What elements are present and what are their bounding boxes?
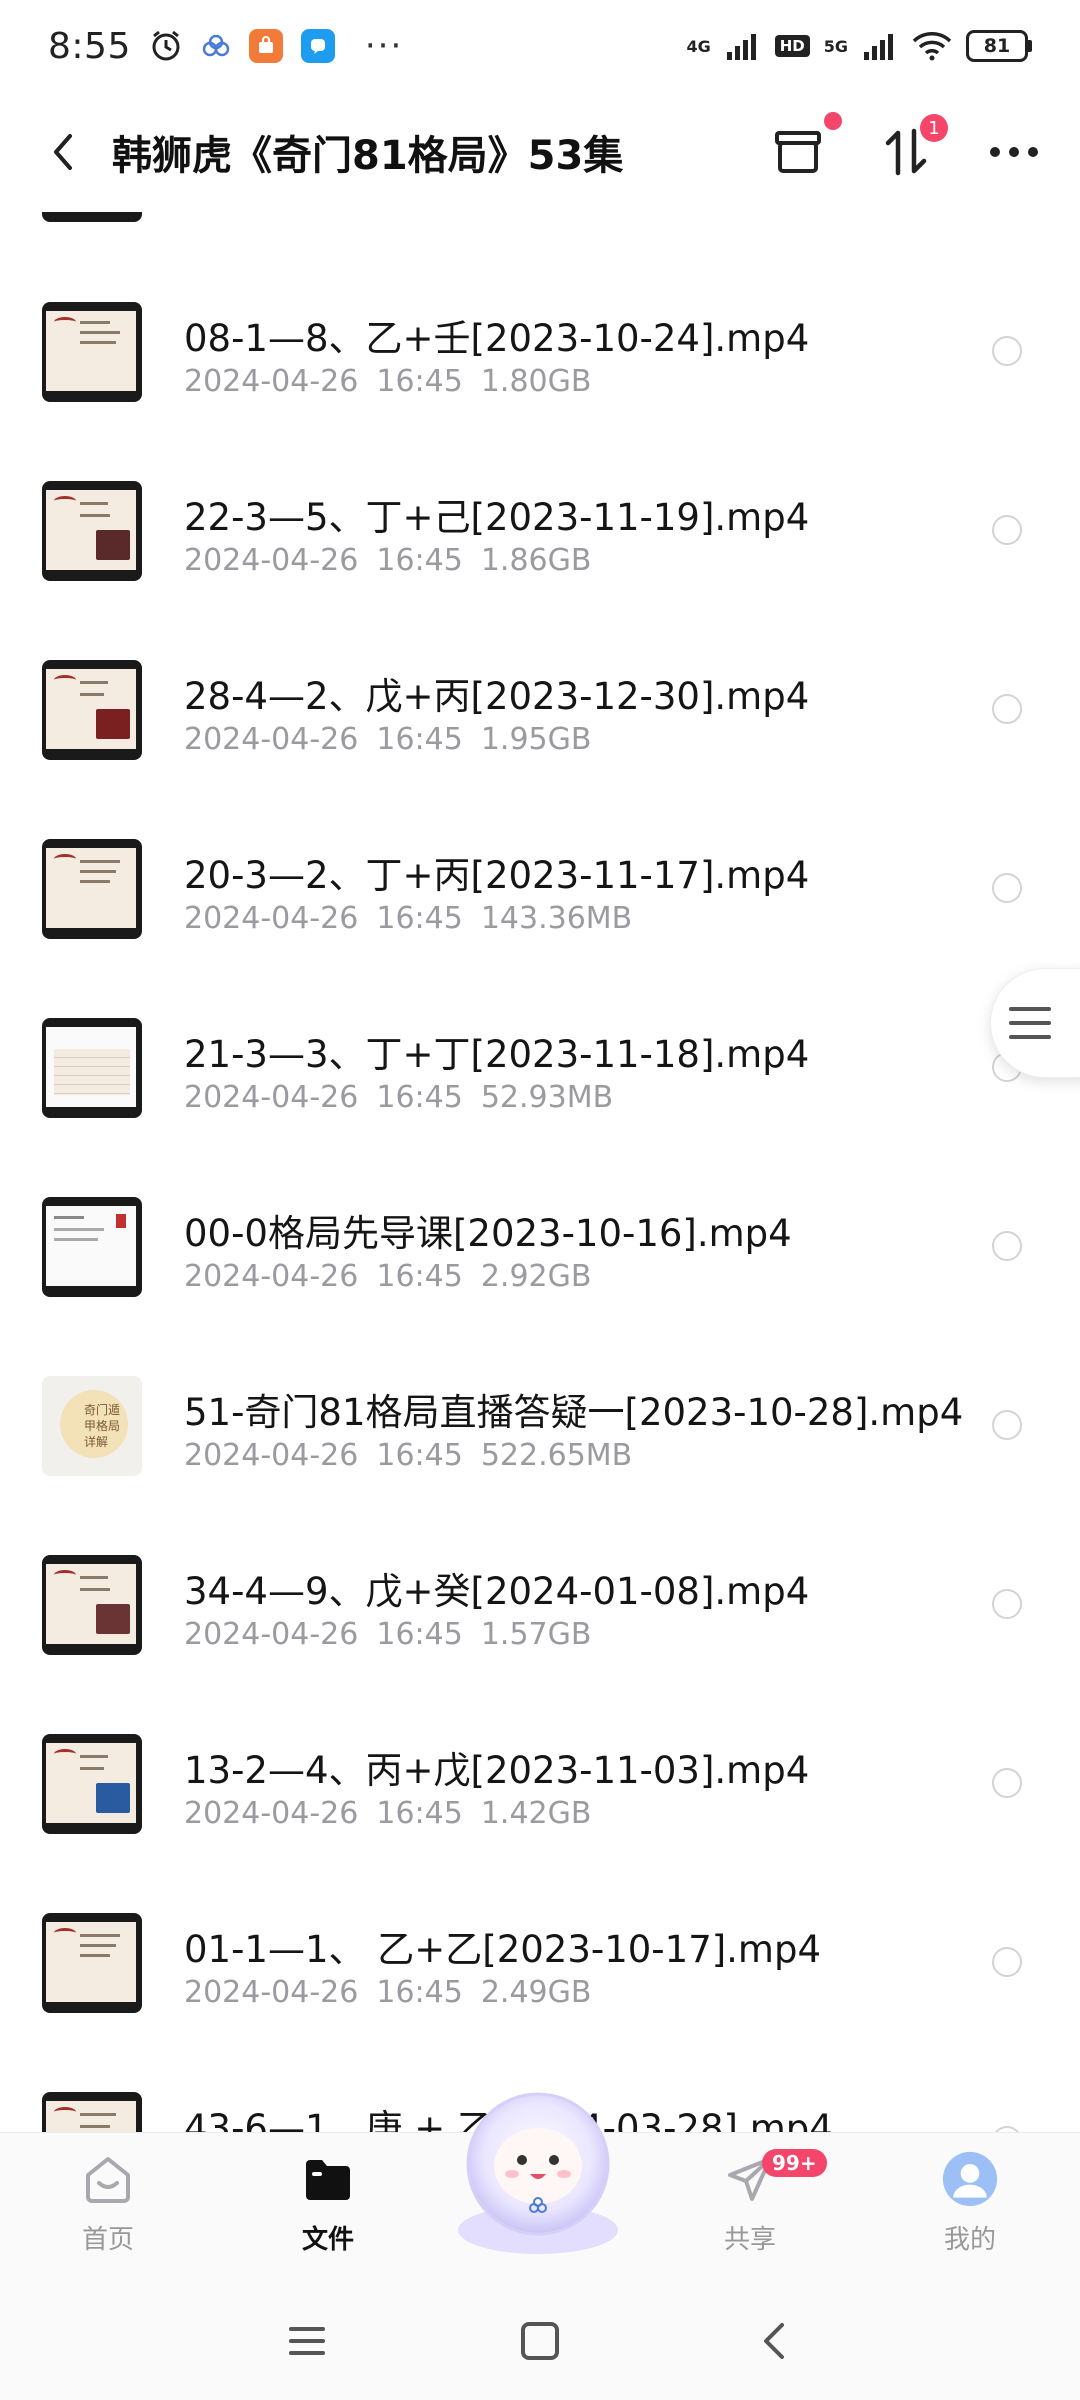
tab-label: 文件 [301, 2225, 354, 2255]
select-radio[interactable] [992, 515, 1022, 545]
file-name: 08-1—8、乙+壬[2023-10-24].mp4 [184, 317, 810, 360]
back-nav-button[interactable] [733, 2301, 813, 2381]
network-5g-label: 5G [823, 36, 848, 56]
triangle-back-icon [764, 2323, 785, 2359]
tab-share[interactable]: 99+ 共享 [680, 2149, 827, 2271]
network-4g-label: 4G [686, 36, 711, 56]
file-name: 01-1—1、 乙+乙[2023-10-17].mp4 [184, 1928, 822, 1971]
menu-icon [288, 2327, 325, 2355]
select-radio[interactable] [992, 873, 1022, 903]
chevron-left-icon [54, 134, 72, 170]
menu-lines-icon [1009, 1007, 1051, 1039]
file-row[interactable]: 08-1—8、乙+壬[2023-10-24].mp4 2024-04-26 16:… [0, 212, 1080, 402]
select-radio[interactable] [992, 694, 1022, 724]
avatar [942, 2151, 998, 2207]
wifi-icon [912, 31, 952, 61]
video-thumbnail [42, 1018, 142, 1118]
video-thumbnail [42, 839, 142, 939]
assistant-mascot-button[interactable] [440, 2080, 636, 2260]
file-name: 34-4—9、戊+癸[2024-01-08].mp4 [184, 1570, 810, 1613]
video-thumbnail [42, 481, 142, 581]
chat-app-icon [300, 29, 335, 63]
more-notifications-icon: ··· [364, 26, 404, 66]
status-bar: 8:55 ··· 4G HD 5G 81 [0, 0, 1080, 92]
battery-indicator: 81 [966, 30, 1032, 62]
archive-button[interactable] [766, 112, 842, 184]
file-name: 21-3—3、丁+丁[2023-11-18].mp4 [184, 1033, 810, 1076]
file-name: 22-3—5、丁+己[2023-11-19].mp4 [184, 496, 810, 539]
more-dots-icon [990, 147, 1038, 157]
file-row[interactable]: 00-0格局先导课[2023-10-16].mp4 2024-04-26 16:4… [0, 1107, 1080, 1297]
video-thumbnail: 奇门遁甲格局详解 [42, 1376, 142, 1476]
transfer-button[interactable]: 1 [874, 114, 948, 184]
battery-tip [1028, 40, 1032, 52]
video-thumbnail [42, 1734, 142, 1834]
file-row[interactable]: 28-4—2、戊+丙[2023-12-30].mp4 2024-04-26 16:… [0, 570, 1080, 760]
file-list: 08-1—8、乙+壬[2023-10-24].mp4 2024-04-26 16:… [0, 212, 1080, 2132]
file-row[interactable]: 奇门遁甲格局详解 51-奇门81格局直播答疑一[2023-10-28].mp4 … [0, 1286, 1080, 1476]
select-radio[interactable] [992, 336, 1022, 366]
tab-label: 首页 [81, 2225, 134, 2255]
hd-badge: HD [774, 35, 810, 57]
file-name: 13-2—4、丙+戊[2023-11-03].mp4 [184, 1749, 810, 1792]
file-row[interactable]: 01-1—1、 乙+乙[2023-10-17].mp4 2024-04-26 16… [0, 1823, 1080, 2013]
share-count-badge: 99+ [762, 2149, 827, 2177]
file-name: 28-4—2、戊+丙[2023-12-30].mp4 [184, 675, 810, 718]
battery-level: 81 [966, 30, 1028, 62]
archive-icon [775, 131, 821, 173]
square-icon [520, 2322, 559, 2360]
page-title: 韩狮虎《奇门81格局》53集 [112, 133, 624, 179]
system-nav-bar [0, 2282, 1080, 2400]
select-radio[interactable] [992, 1947, 1022, 1977]
file-row[interactable]: 13-2—4、丙+戊[2023-11-03].mp4 2024-04-26 16:… [0, 1644, 1080, 1834]
back-button[interactable] [34, 120, 90, 184]
video-thumbnail [42, 2092, 142, 2132]
file-name: 00-0格局先导课[2023-10-16].mp4 [184, 1212, 792, 1255]
tab-profile[interactable]: 我的 [900, 2151, 1040, 2271]
file-row[interactable]: 22-3—5、丁+己[2023-11-19].mp4 2024-04-26 16:… [0, 391, 1080, 581]
tab-home[interactable]: 首页 [38, 2151, 178, 2271]
file-row[interactable]: 20-3—2、丁+丙[2023-11-17].mp4 2024-04-26 16:… [0, 749, 1080, 939]
file-name: 20-3—2、丁+丙[2023-11-17].mp4 [184, 854, 810, 897]
more-options-button[interactable] [982, 120, 1046, 184]
select-radio[interactable] [992, 1231, 1022, 1261]
alarm-icon [149, 29, 183, 63]
status-time: 8:55 [48, 25, 131, 67]
select-radio[interactable] [992, 1589, 1022, 1619]
recent-apps-button[interactable] [267, 2301, 347, 2381]
tab-files[interactable]: 文件 [258, 2151, 398, 2271]
file-row[interactable]: 34-4—9、戊+癸[2024-01-08].mp4 2024-04-26 16:… [0, 1465, 1080, 1655]
select-radio[interactable] [992, 1410, 1022, 1440]
video-thumbnail [42, 1555, 142, 1655]
notification-dot [824, 112, 842, 130]
select-radio[interactable] [992, 1768, 1022, 1798]
mascot-icon [458, 2092, 618, 2254]
signal-icon [862, 32, 898, 60]
video-thumbnail [42, 302, 142, 402]
home-icon [80, 2151, 136, 2207]
video-thumbnail [42, 1197, 142, 1297]
file-row[interactable]: 21-3—3、丁+丁[2023-11-18].mp4 2024-04-26 16:… [0, 928, 1080, 1118]
page-header: 韩狮虎《奇门81格局》53集 1 [0, 92, 1080, 212]
tab-label: 共享 [723, 2225, 776, 2255]
video-thumbnail [42, 1913, 142, 2013]
file-name: 51-奇门81格局直播答疑一[2023-10-28].mp4 [184, 1391, 964, 1434]
cloud-app-icon [201, 34, 231, 58]
tab-label: 我的 [943, 2225, 996, 2255]
folder-icon [300, 2151, 356, 2207]
video-thumbnail [42, 660, 142, 760]
home-nav-button[interactable] [500, 2301, 580, 2381]
shopping-app-icon [248, 29, 283, 63]
transfer-count-badge: 1 [920, 114, 948, 142]
thumbnail-text: 奇门遁甲格局详解 [84, 1403, 121, 1449]
signal-icon [725, 32, 761, 60]
